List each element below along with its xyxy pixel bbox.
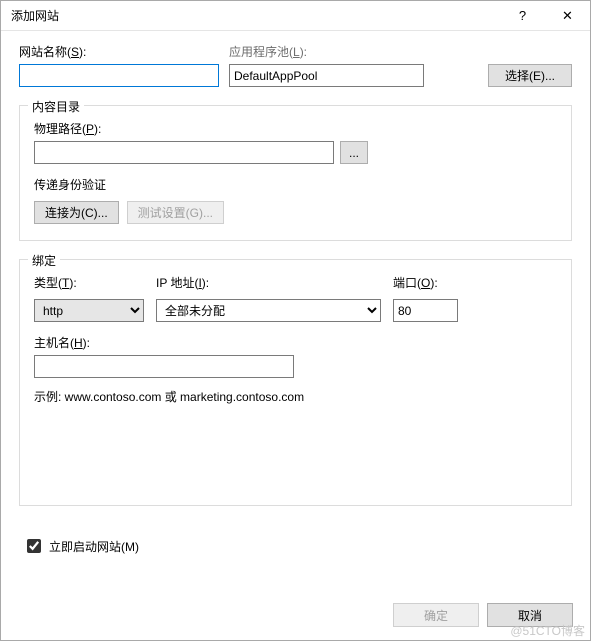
start-now-row: 立即启动网站(M) xyxy=(19,536,572,556)
close-button[interactable]: ✕ xyxy=(545,1,590,31)
port-label: 端口(O): xyxy=(393,274,458,291)
host-input[interactable] xyxy=(34,355,294,378)
port-input[interactable] xyxy=(393,299,458,322)
connect-as-button[interactable]: 连接为(C)... xyxy=(34,201,119,224)
type-label: 类型(T): xyxy=(34,274,144,291)
browse-button[interactable]: ... xyxy=(340,141,368,164)
site-name-label: 网站名称(S): xyxy=(19,43,86,60)
physical-path-label: 物理路径(P): xyxy=(34,120,101,137)
site-name-input[interactable] xyxy=(19,64,219,87)
test-settings-button: 测试设置(G)... xyxy=(127,201,224,224)
physical-path-row: ... xyxy=(34,141,557,164)
app-pool-block: 应用程序池(L): xyxy=(229,43,424,87)
select-app-pool-button[interactable]: 选择(E)... xyxy=(488,64,572,87)
select-pool-block: . 选择(E)... xyxy=(434,64,572,87)
titlebar: 添加网站 ? ✕ xyxy=(1,1,590,31)
help-button[interactable]: ? xyxy=(500,1,545,31)
auth-label: 传递身份验证 xyxy=(34,176,557,193)
ip-select[interactable]: 全部未分配 xyxy=(156,299,381,322)
app-pool-label: 应用程序池(L): xyxy=(229,43,307,60)
auth-buttons: 连接为(C)... 测试设置(G)... xyxy=(34,201,557,224)
watermark: @51CTO博客 xyxy=(510,622,585,639)
binding-group: 绑定 类型(T): IP 地址(I): 端口(O): http 全部未分配 xyxy=(19,259,572,506)
app-pool-input[interactable] xyxy=(229,64,424,87)
ip-label: IP 地址(I): xyxy=(156,274,381,291)
content-directory-group: 内容目录 物理路径(P): ... 传递身份验证 连接为(C)... 测试设置(… xyxy=(19,105,572,241)
ok-button: 确定 xyxy=(393,603,479,627)
dialog-window: 添加网站 ? ✕ 网站名称(S): 应用程序池(L): . xyxy=(0,0,591,641)
type-select[interactable]: http xyxy=(34,299,144,322)
top-grid: 网站名称(S): 应用程序池(L): . 选择(E)... xyxy=(19,43,572,87)
site-name-block: 网站名称(S): xyxy=(19,43,219,87)
window-controls: ? ✕ xyxy=(500,1,590,31)
host-label: 主机名(H): xyxy=(34,334,90,351)
host-example: 示例: www.contoso.com 或 marketing.contoso.… xyxy=(34,388,557,405)
binding-grid: 类型(T): IP 地址(I): 端口(O): http 全部未分配 xyxy=(34,274,557,322)
host-row: 主机名(H): xyxy=(34,334,557,378)
physical-path-input[interactable] xyxy=(34,141,334,164)
start-now-checkbox[interactable] xyxy=(27,539,41,553)
window-title: 添加网站 xyxy=(11,7,500,24)
start-now-label[interactable]: 立即启动网站(M) xyxy=(49,538,139,555)
dialog-content: 网站名称(S): 应用程序池(L): . 选择(E)... 内容目录 物 xyxy=(1,31,590,566)
content-directory-legend: 内容目录 xyxy=(28,98,84,115)
binding-legend: 绑定 xyxy=(28,252,60,269)
